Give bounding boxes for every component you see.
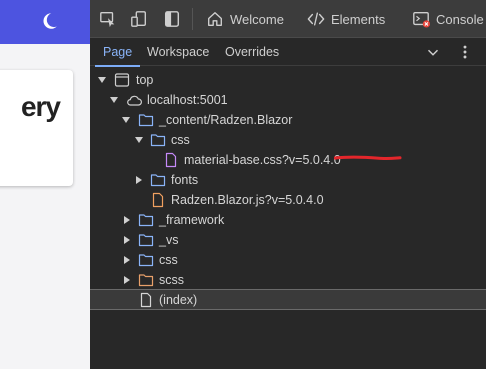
tree-item-label: (index) [159,293,198,307]
tree-item-label: _content/Radzen.Blazor [159,113,293,127]
tab-elements[interactable]: Elements [307,0,385,38]
devtools-toolbar: Welcome Elements Console [90,0,486,38]
folder-icon [138,234,154,247]
tree-item-scss[interactable]: scss [90,270,486,290]
tree-item-label: localhost:5001 [147,93,228,107]
app-card [0,70,73,186]
tab-workspace[interactable]: Workspace [147,38,209,66]
tree-item-label: fonts [171,173,199,187]
tree-item-fonts[interactable]: fonts [90,170,486,190]
toolbar-separator [192,8,193,30]
device-toggle-icon[interactable] [130,10,148,28]
expand-arrow-icon [122,117,130,123]
collapse-arrow-icon [136,176,142,184]
tree-item-framework[interactable]: _framework [90,210,486,230]
folder-icon [150,174,166,187]
css-file-icon [165,152,177,168]
tab-label: Console [436,11,484,27]
folder-icon [150,134,166,147]
tree-item-label: _vs [159,233,179,247]
tab-welcome[interactable]: Welcome [206,0,284,38]
card-title: ery [20,91,61,122]
dock-side-icon[interactable] [163,10,181,28]
tree-item-label: _framework [159,213,225,227]
tree-item-vs[interactable]: _vs [90,230,486,250]
cloud-icon [127,95,142,106]
more-vert-icon[interactable] [456,43,474,61]
collapse-arrow-icon [124,256,130,264]
folder-icon [138,254,154,267]
tree-item-label: Radzen.Blazor.js?v=5.0.4.0 [171,193,324,207]
tree-item-css-root[interactable]: css [90,250,486,270]
moon-icon[interactable] [38,10,60,32]
tab-label: Welcome [230,11,284,27]
tree-item-material-base-css[interactable]: material-base.css?v=5.0.4.0 [90,150,486,170]
collapse-arrow-icon [124,216,130,224]
sources-navigator-tabs: Page Workspace Overrides [90,38,486,67]
tab-page[interactable]: Page [94,38,141,67]
app-header [0,0,90,44]
chevron-down-icon[interactable] [424,43,442,61]
js-file-icon [152,192,164,208]
tree-item-label: top [136,73,154,87]
tab-console[interactable]: Console [412,0,484,38]
tree-item-index[interactable]: (index) [90,289,486,310]
code-icon [307,12,325,26]
red-annotation-underline [334,155,402,161]
folder-icon [138,274,154,287]
tree-item-label: css [159,253,178,267]
inspect-icon[interactable] [99,10,117,28]
tree-item-localhost[interactable]: localhost:5001 [90,90,486,110]
tree-item-content-radzen[interactable]: _content/Radzen.Blazor [90,110,486,130]
frame-icon [114,73,130,87]
home-icon [208,12,222,26]
collapse-arrow-icon [124,276,130,284]
devtools-panel: Welcome Elements Console Page Workspace … [90,0,486,369]
tab-label: Elements [331,11,386,27]
expand-arrow-icon [98,77,106,83]
console-icon [413,12,430,28]
folder-icon [138,114,154,127]
tree-item-label: css [171,133,190,147]
tree-item-radzen-js[interactable]: Radzen.Blazor.js?v=5.0.4.0 [90,190,486,210]
collapse-arrow-icon [124,236,130,244]
folder-icon [138,214,154,227]
app-preview-panel: ery [0,0,90,369]
tab-overrides[interactable]: Overrides [225,38,279,66]
tree-item-label: scss [159,273,184,287]
tree-item-label: material-base.css?v=5.0.4.0 [184,153,341,167]
tree-item-top[interactable]: top [90,70,486,90]
document-icon [140,292,152,308]
tree-item-css[interactable]: css [90,130,486,150]
expand-arrow-icon [135,137,143,143]
expand-arrow-icon [110,97,118,103]
